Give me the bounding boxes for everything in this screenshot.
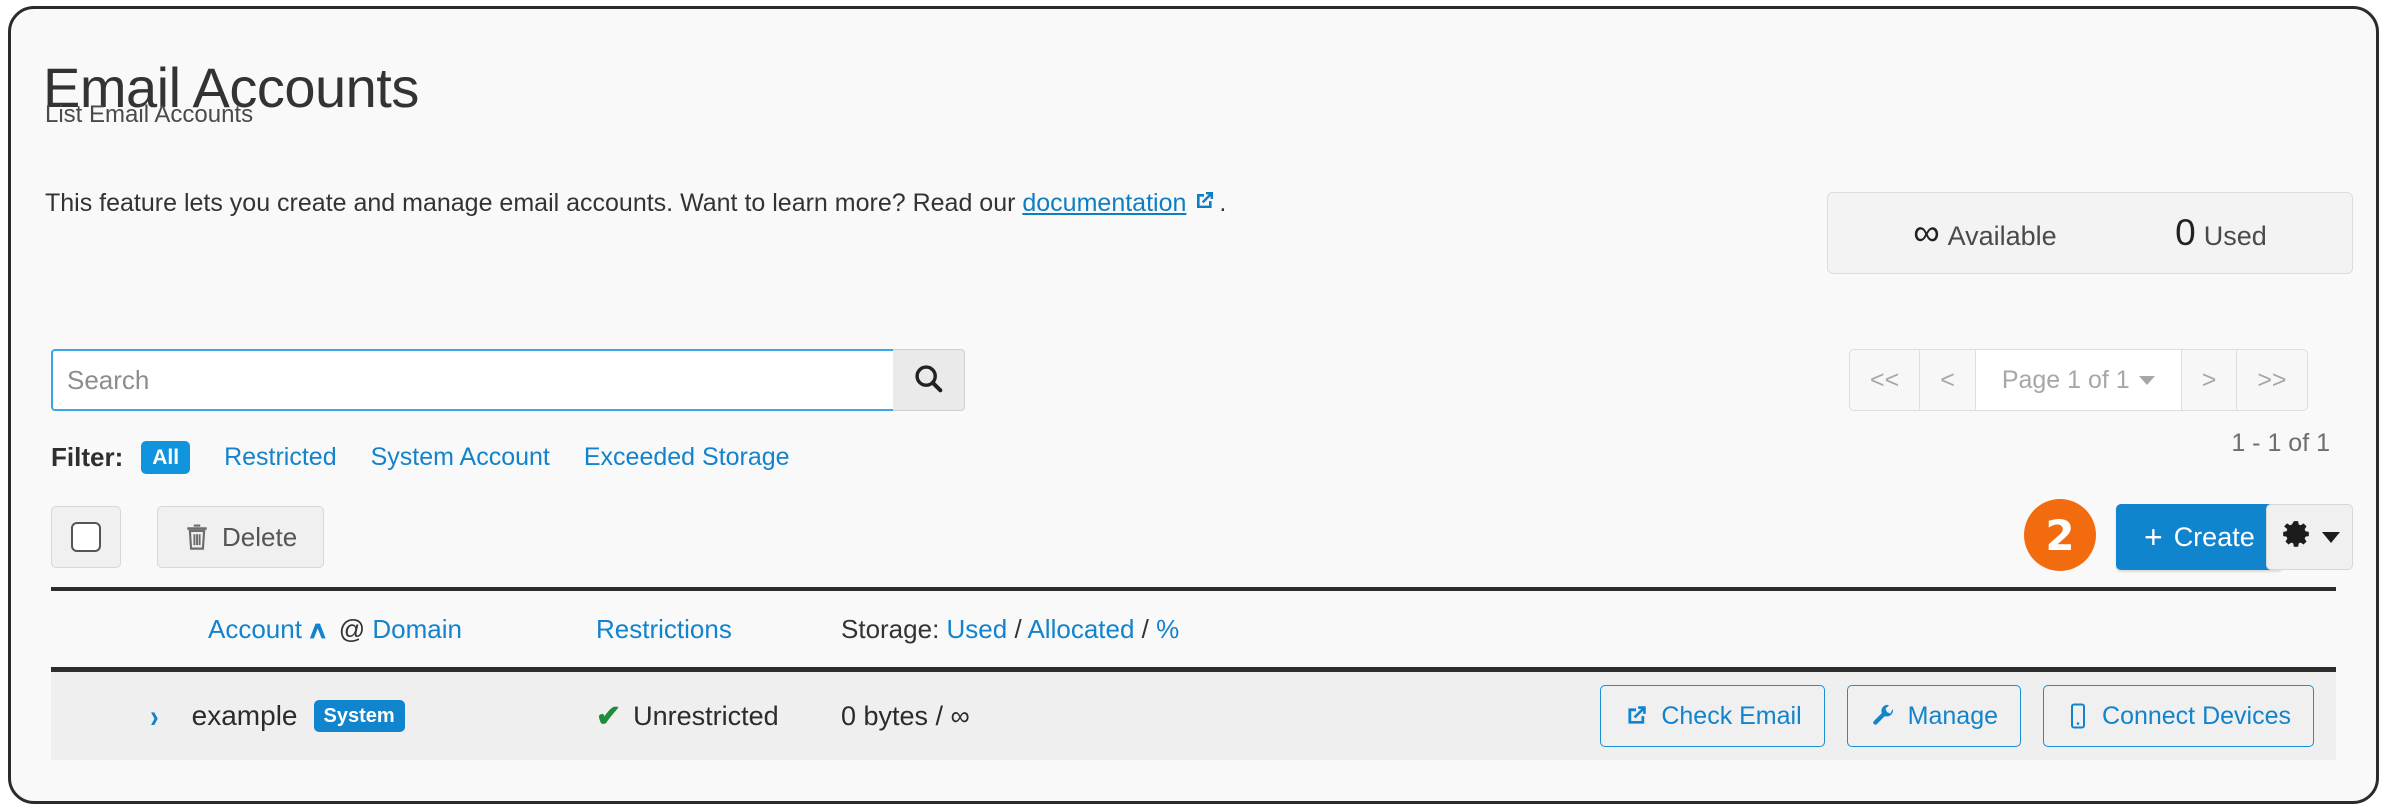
- check-icon: ✔: [596, 699, 621, 734]
- sort-by-restrictions-link[interactable]: Restrictions: [596, 614, 732, 644]
- used-value: 0: [2175, 212, 2196, 253]
- filter-option-all[interactable]: All: [141, 441, 190, 474]
- check-email-label: Check Email: [1661, 702, 1801, 731]
- pagination-last-button[interactable]: >>: [2236, 349, 2307, 411]
- gear-icon: [2280, 519, 2312, 556]
- expand-row-icon[interactable]: ›: [150, 700, 159, 732]
- pagination: << < Page 1 of 1 > >>: [1849, 349, 2308, 411]
- caret-down-icon: [2322, 532, 2340, 543]
- search-input[interactable]: [51, 349, 893, 411]
- sort-by-storage-allocated-link[interactable]: Allocated: [1027, 614, 1134, 644]
- status-badge: System: [314, 700, 405, 732]
- cell-restrictions: ✔ Unrestricted: [596, 699, 836, 734]
- filter-option-system-account[interactable]: System Account: [371, 443, 550, 472]
- pagination-page-label: Page 1 of 1: [2002, 366, 2130, 395]
- page-subtitle: List Email Accounts: [45, 101, 253, 129]
- intro-text-after: .: [1219, 189, 1226, 217]
- external-link-icon: [1192, 189, 1216, 220]
- manage-button[interactable]: Manage: [1847, 685, 2021, 747]
- pagination-page-select[interactable]: Page 1 of 1: [1975, 349, 2181, 411]
- account-domain-separator: @: [332, 614, 373, 644]
- cell-account: › example System: [51, 700, 596, 732]
- sort-by-storage-used-link[interactable]: Used: [947, 614, 1008, 644]
- chevron-down-icon: [2139, 376, 2155, 385]
- table-header-row: Account∧ @ Domain Restrictions Storage: …: [51, 591, 2336, 667]
- used-quota: 0 Used: [2175, 212, 2267, 254]
- column-header-restrictions: Restrictions: [596, 614, 836, 645]
- intro-text: This feature lets you create and manage …: [45, 189, 1226, 220]
- delete-button-label: Delete: [222, 522, 297, 553]
- search-icon: [912, 362, 946, 399]
- cell-storage: 0 bytes / ∞: [836, 701, 1600, 732]
- create-button[interactable]: + Create: [2116, 504, 2283, 570]
- sort-ascending-icon: ∧: [307, 616, 329, 645]
- sort-by-domain-link[interactable]: Domain: [372, 614, 462, 644]
- checkbox-icon: [71, 522, 101, 552]
- documentation-link[interactable]: documentation: [1022, 189, 1186, 217]
- storage-separator-1: /: [1007, 614, 1027, 644]
- delete-button[interactable]: Delete: [157, 506, 324, 568]
- pagination-range: 1 - 1 of 1: [2231, 429, 2330, 458]
- table-row: › example System ✔ Unrestricted 0 bytes …: [51, 672, 2336, 760]
- column-header-account: Account∧ @ Domain: [51, 614, 596, 645]
- available-value: ∞: [1913, 212, 1939, 253]
- available-label: Available: [1948, 221, 2057, 251]
- storage-separator-2: /: [1134, 614, 1156, 644]
- manage-label: Manage: [1908, 702, 1998, 731]
- sort-by-account-link[interactable]: Account: [208, 614, 302, 644]
- account-name: example: [192, 700, 298, 732]
- mobile-icon: [2066, 703, 2090, 729]
- connect-devices-label: Connect Devices: [2102, 702, 2291, 731]
- page-container: Email Accounts List Email Accounts This …: [8, 6, 2379, 804]
- filter-bar: Filter: All Restricted System Account Ex…: [51, 437, 790, 477]
- used-label: Used: [2204, 221, 2267, 251]
- pagination-prev-button[interactable]: <: [1919, 349, 1975, 411]
- sort-by-storage-percent-link[interactable]: %: [1156, 614, 1179, 644]
- connect-devices-button[interactable]: Connect Devices: [2043, 685, 2314, 747]
- plus-icon: +: [2144, 521, 2163, 553]
- filter-label: Filter:: [51, 442, 123, 473]
- notification-badge[interactable]: 2: [2024, 499, 2096, 571]
- available-quota: ∞ Available: [1913, 212, 2056, 254]
- select-all-checkbox[interactable]: [51, 506, 121, 568]
- search-bar: [51, 349, 965, 411]
- column-header-storage: Storage: Used / Allocated / %: [836, 614, 2336, 645]
- external-link-icon: [1623, 703, 1649, 729]
- create-button-label: Create: [2174, 522, 2255, 553]
- pagination-first-button[interactable]: <<: [1849, 349, 1919, 411]
- settings-dropdown-button[interactable]: [2266, 504, 2353, 570]
- search-button[interactable]: [893, 349, 965, 411]
- filter-option-exceeded-storage[interactable]: Exceeded Storage: [584, 443, 790, 472]
- accounts-table: Account∧ @ Domain Restrictions Storage: …: [51, 587, 2336, 760]
- restriction-label: Unrestricted: [633, 701, 779, 732]
- intro-text-before: This feature lets you create and manage …: [45, 189, 1022, 217]
- check-email-button[interactable]: Check Email: [1600, 685, 1824, 747]
- wrench-icon: [1870, 703, 1896, 729]
- cell-actions: Check Email Manage Connect Devices: [1600, 685, 2336, 747]
- pagination-next-button[interactable]: >: [2181, 349, 2237, 411]
- filter-option-restricted[interactable]: Restricted: [224, 443, 337, 472]
- storage-label: Storage:: [841, 614, 947, 644]
- trash-icon: [184, 523, 210, 551]
- quota-summary-box: ∞ Available 0 Used: [1827, 192, 2353, 274]
